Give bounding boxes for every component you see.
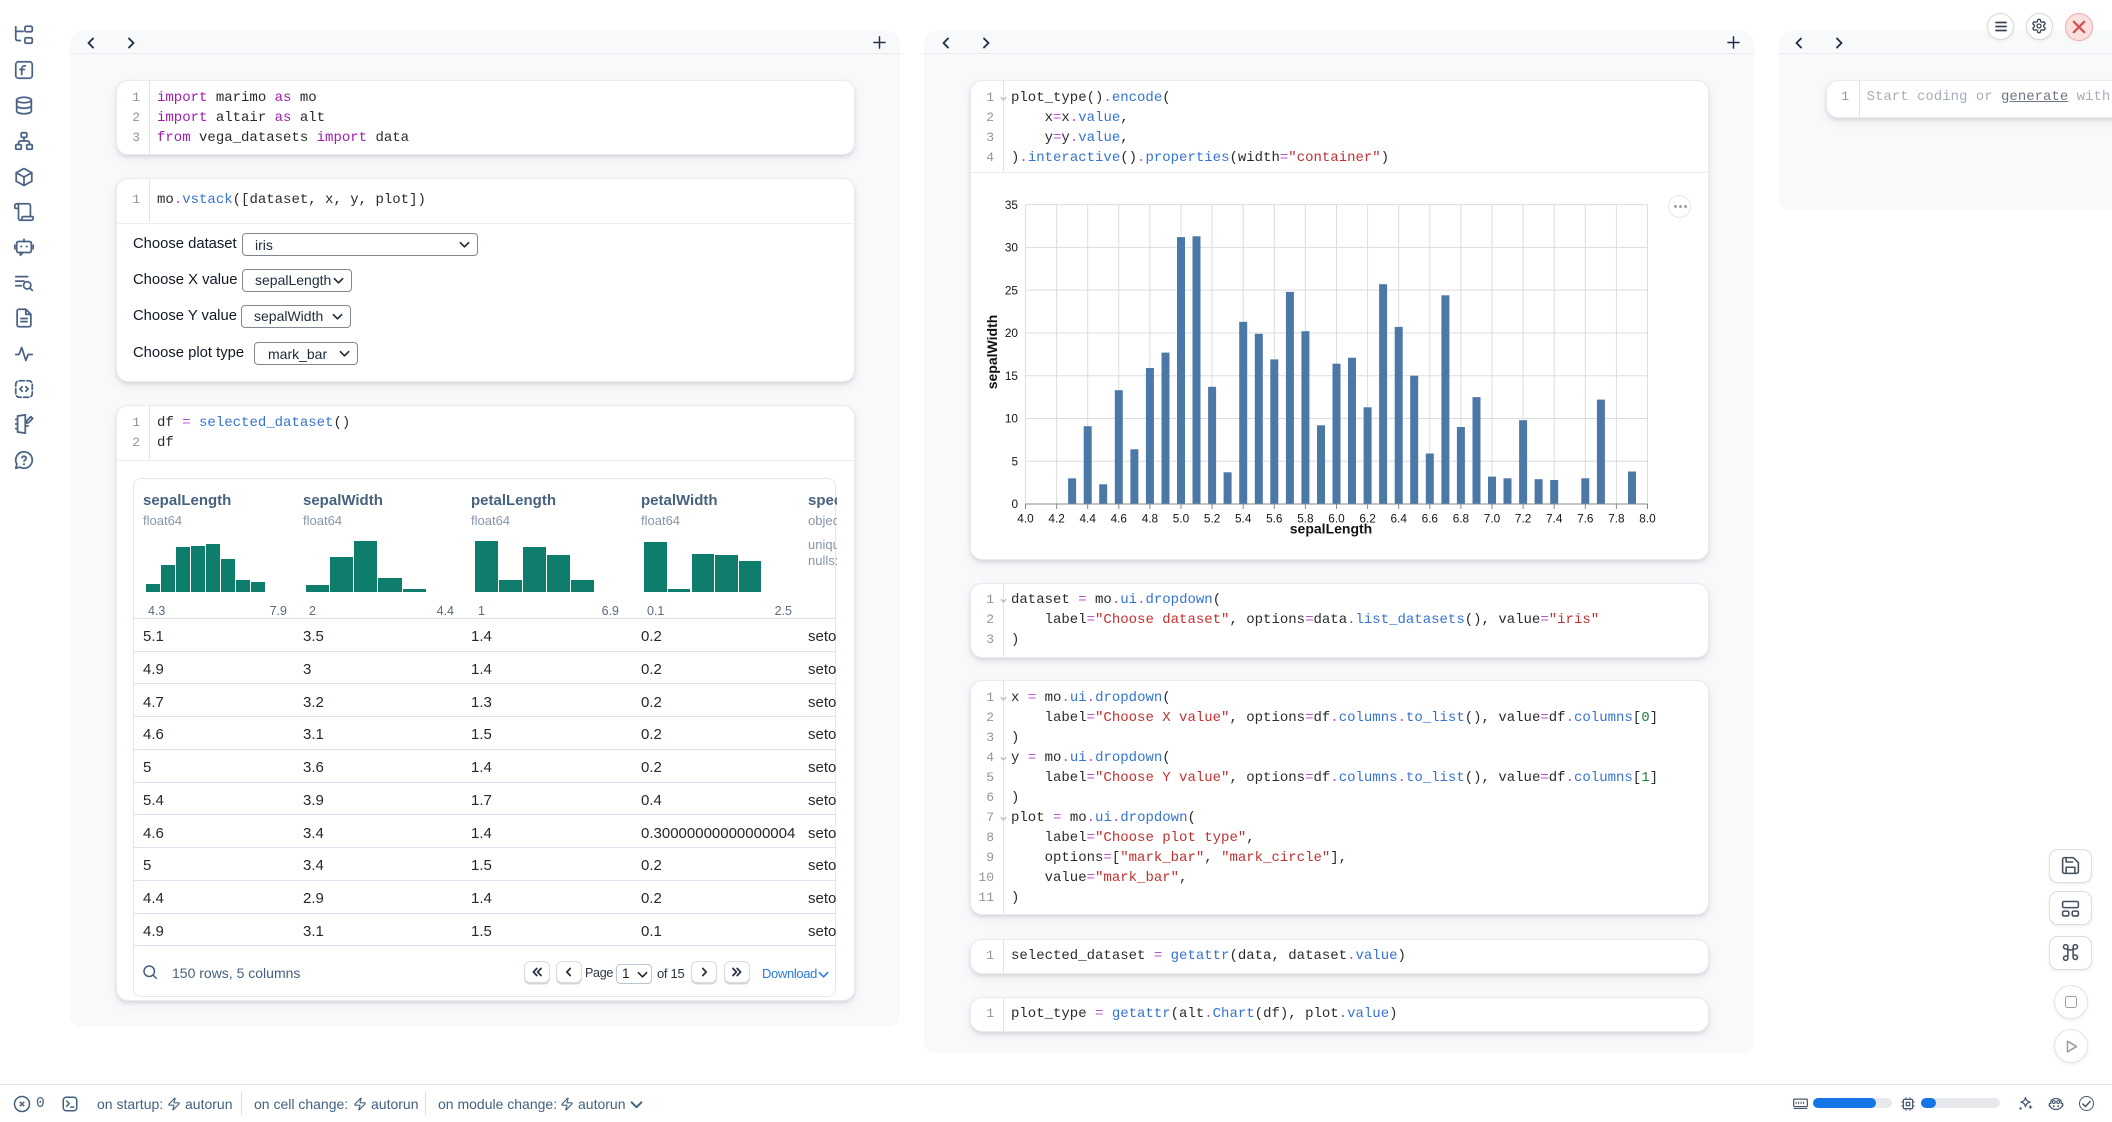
svg-text:4.8: 4.8 [1142, 512, 1159, 526]
svg-text:15: 15 [1005, 369, 1019, 383]
svg-text:4.6: 4.6 [1111, 512, 1128, 526]
svg-text:sepalLength: sepalLength [1290, 521, 1372, 537]
svg-text:0: 0 [1011, 497, 1018, 511]
svg-text:7.4: 7.4 [1546, 512, 1563, 526]
svg-text:5.2: 5.2 [1204, 512, 1220, 526]
svg-text:6.8: 6.8 [1453, 512, 1470, 526]
svg-text:sepalWidth: sepalWidth [984, 315, 1000, 390]
svg-text:7.0: 7.0 [1484, 512, 1501, 526]
svg-text:6.6: 6.6 [1422, 512, 1439, 526]
svg-text:5.0: 5.0 [1173, 512, 1190, 526]
svg-text:4.0: 4.0 [1017, 512, 1034, 526]
svg-text:10: 10 [1005, 412, 1019, 426]
svg-text:20: 20 [1005, 326, 1019, 340]
svg-text:5.6: 5.6 [1266, 512, 1283, 526]
svg-text:30: 30 [1005, 241, 1019, 255]
svg-text:5: 5 [1011, 454, 1018, 468]
svg-text:6.4: 6.4 [1390, 512, 1407, 526]
svg-text:5.4: 5.4 [1235, 512, 1252, 526]
svg-text:8.0: 8.0 [1639, 512, 1656, 526]
svg-text:7.8: 7.8 [1608, 512, 1625, 526]
svg-text:25: 25 [1005, 283, 1019, 297]
svg-text:35: 35 [1005, 198, 1019, 212]
svg-text:7.6: 7.6 [1577, 512, 1594, 526]
svg-text:4.2: 4.2 [1048, 512, 1064, 526]
svg-text:7.2: 7.2 [1515, 512, 1531, 526]
svg-text:4.4: 4.4 [1079, 512, 1096, 526]
